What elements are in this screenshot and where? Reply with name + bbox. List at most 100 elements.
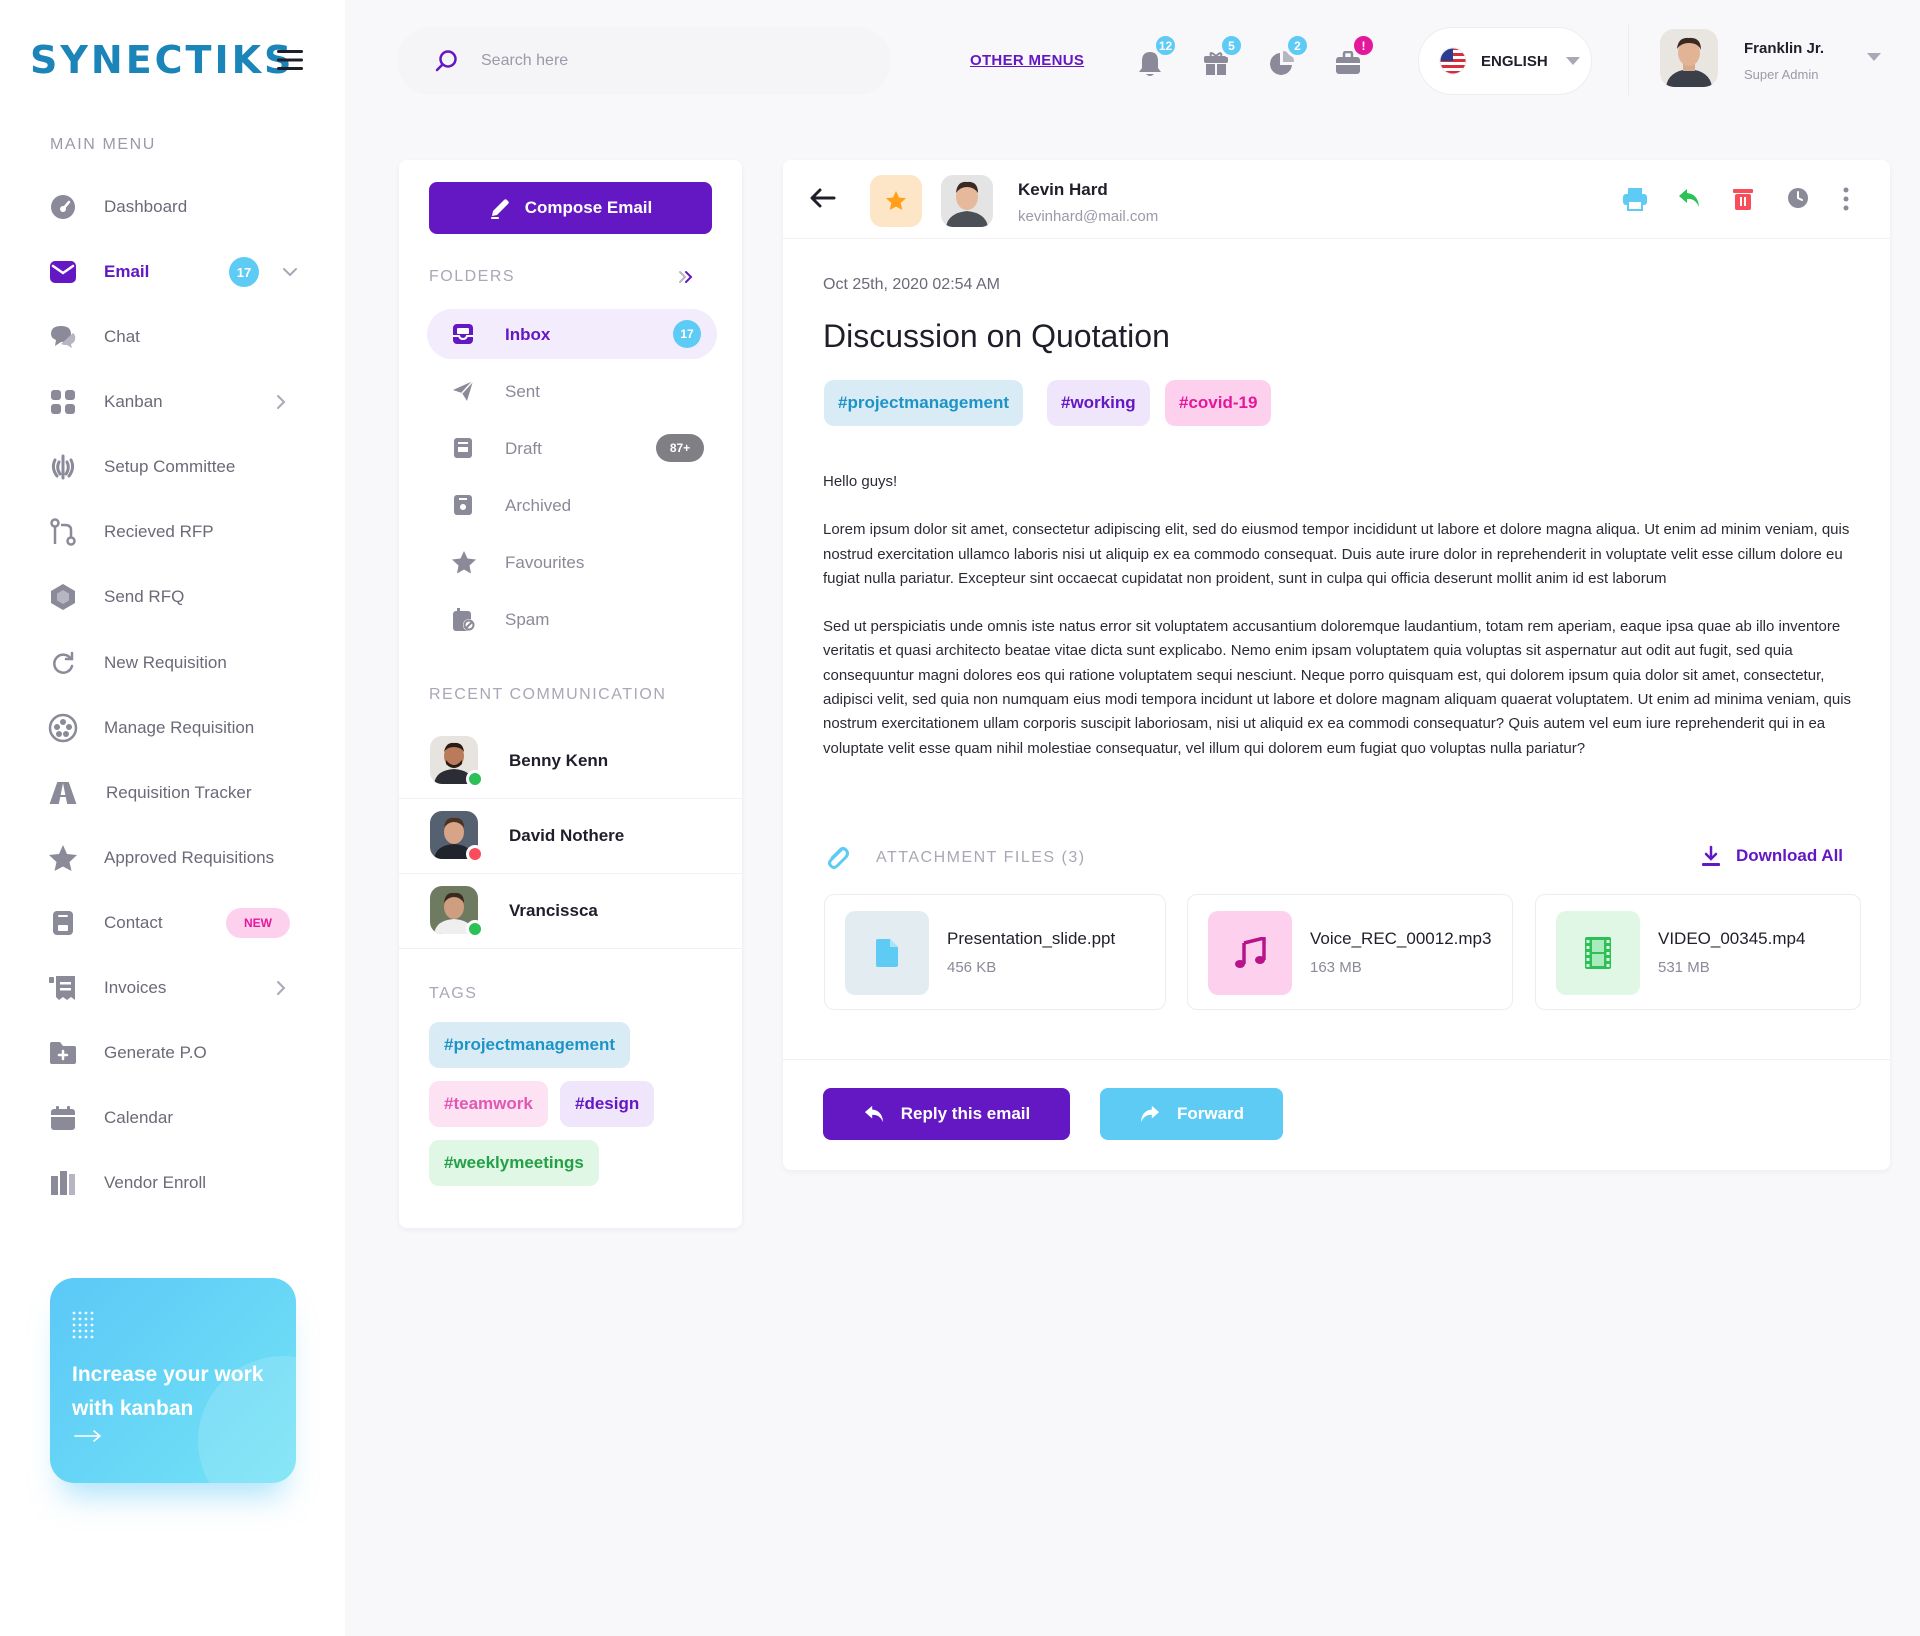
sidebar-item-kanban[interactable]: Kanban: [46, 382, 306, 422]
film-icon: [1556, 911, 1640, 995]
clock-icon[interactable]: [1787, 187, 1809, 209]
email-paragraph: Lorem ipsum dolor sit amet, consectetur …: [823, 521, 1850, 587]
search-bar[interactable]: [397, 27, 891, 95]
tracker-icon: [46, 776, 80, 810]
other-menus-link[interactable]: OTHER MENUS: [970, 52, 1084, 69]
email-header-divider: [783, 238, 1890, 239]
flow-icon: [46, 515, 80, 549]
gifts-button[interactable]: 5: [1203, 33, 1244, 80]
sidebar-item-send-rfq[interactable]: Send RFQ: [46, 577, 306, 617]
tags-title: TAGS: [429, 985, 478, 1002]
reports-button[interactable]: 2: [1269, 33, 1310, 80]
brand-logo[interactable]: SYNECTIKS: [30, 38, 294, 82]
print-icon[interactable]: [1622, 187, 1648, 211]
tasks-button[interactable]: !: [1335, 33, 1376, 80]
user-menu-caret-icon[interactable]: [1867, 53, 1881, 61]
sidebar-item-calendar[interactable]: Calendar: [46, 1098, 306, 1138]
sidebar-item-recieved-rfp[interactable]: Recieved RFP: [46, 512, 306, 552]
email-subject: Discussion on Quotation: [823, 318, 1170, 354]
contact-vrancissca[interactable]: Vrancissca: [399, 874, 742, 949]
brand-name: SYNECTIKS: [30, 38, 295, 82]
star-icon: [451, 550, 477, 574]
send-icon: [451, 379, 475, 403]
folder-inbox[interactable]: Inbox 17: [427, 309, 717, 359]
sidebar-item-approved-requisitions[interactable]: Approved Requisitions: [46, 838, 306, 878]
folder-archived[interactable]: Archived: [427, 480, 717, 530]
email-count-badge: 17: [229, 257, 259, 287]
back-arrow-icon[interactable]: [810, 188, 836, 208]
pencil-icon: [489, 197, 511, 219]
arrow-right-icon[interactable]: [74, 1430, 102, 1442]
attachment-voice-rec[interactable]: Voice_REC_00012.mp3 163 MB: [1187, 894, 1513, 1010]
hamburger-menu-icon[interactable]: [277, 49, 303, 71]
chevron-right-icon[interactable]: [276, 394, 286, 410]
folder-plus-icon: [46, 1036, 80, 1070]
chevron-right-icon[interactable]: [276, 980, 286, 996]
search-icon[interactable]: [435, 49, 459, 73]
reply-email-button[interactable]: Reply this email: [823, 1088, 1070, 1140]
compose-email-button[interactable]: Compose Email: [429, 182, 712, 234]
online-status-dot: [466, 770, 484, 788]
reply-icon[interactable]: [1677, 187, 1701, 209]
sidebar-item-vendor-enroll[interactable]: Vendor Enroll: [46, 1163, 306, 1203]
online-status-dot: [466, 920, 484, 938]
contact-name: Benny Kenn: [509, 751, 609, 770]
email-tag-covid-19[interactable]: #covid-19: [1165, 380, 1272, 426]
tag-weeklymeetings[interactable]: #weeklymeetings: [429, 1140, 599, 1186]
sidebar-item-new-requisition[interactable]: New Requisition: [46, 643, 306, 683]
tag-design[interactable]: #design: [560, 1081, 655, 1127]
sidebar-item-label: Manage Requisition: [104, 718, 255, 737]
folder-label: Sent: [505, 382, 540, 401]
download-all-button[interactable]: Download All: [1700, 845, 1843, 867]
sidebar-item-label: Requisition Tracker: [106, 783, 252, 802]
gift-count-badge: 5: [1219, 33, 1244, 58]
chevron-down-icon[interactable]: [282, 267, 298, 277]
email-body: Hello guys! Lorem ipsum dolor sit amet, …: [823, 470, 1853, 785]
more-vertical-icon[interactable]: [1842, 187, 1850, 211]
sidebar-item-manage-requisition[interactable]: Manage Requisition: [46, 708, 306, 748]
user-name: Franklin Jr.: [1744, 40, 1825, 57]
email-tag-projectmanagement[interactable]: #projectmanagement: [824, 380, 1023, 426]
tag-projectmanagement[interactable]: #projectmanagement: [429, 1022, 630, 1068]
attachment-video[interactable]: VIDEO_00345.mp4 531 MB: [1535, 894, 1861, 1010]
forward-email-button[interactable]: Forward: [1100, 1088, 1283, 1140]
sidebar-item-dashboard[interactable]: Dashboard: [46, 187, 306, 227]
attachment-presentation[interactable]: Presentation_slide.ppt 456 KB: [824, 894, 1166, 1010]
language-selector[interactable]: ENGLISH: [1418, 27, 1592, 95]
sidebar-item-setup-committee[interactable]: Setup Committee: [46, 447, 306, 487]
contact-david-nothere[interactable]: David Nothere: [399, 799, 742, 874]
tag-teamwork[interactable]: #teamwork: [429, 1081, 548, 1127]
file-name: Presentation_slide.ppt: [947, 929, 1116, 948]
sidebar-item-email[interactable]: Email 17: [46, 252, 306, 292]
search-input[interactable]: [481, 52, 841, 70]
kanban-promo-card[interactable]: Increase your work with kanban: [50, 1278, 296, 1483]
folder-spam[interactable]: Spam: [427, 594, 717, 644]
folder-sent[interactable]: Sent: [427, 366, 717, 416]
sidebar-item-invoices[interactable]: Invoices: [46, 968, 306, 1008]
folder-label: Spam: [505, 610, 550, 629]
user-avatar[interactable]: [1660, 29, 1718, 87]
sidebar-item-requisition-tracker[interactable]: Requisition Tracker: [46, 773, 306, 813]
double-chevron-right-icon[interactable]: [678, 270, 694, 284]
sender-avatar[interactable]: [941, 175, 993, 227]
document-icon: [845, 911, 929, 995]
envelope-icon: [46, 255, 80, 289]
file-name: Voice_REC_00012.mp3: [1310, 929, 1492, 948]
sidebar-item-label: Vendor Enroll: [104, 1173, 207, 1192]
email-tag-working[interactable]: #working: [1047, 380, 1150, 426]
recent-communication-title: RECENT COMMUNICATION: [429, 686, 667, 703]
sidebar-item-contact[interactable]: Contact NEW: [46, 903, 306, 943]
sidebar-item-chat[interactable]: Chat: [46, 317, 306, 357]
contact-benny-kenn[interactable]: Benny Kenn: [399, 724, 742, 799]
folder-favourites[interactable]: Favourites: [427, 537, 717, 587]
email-paragraph: Sed ut perspiciatis unde omnis iste natu…: [823, 618, 1852, 757]
trash-icon[interactable]: [1732, 187, 1754, 211]
sidebar-item-label: Chat: [104, 327, 140, 346]
tasks-alert-badge: !: [1351, 33, 1376, 58]
notifications-button[interactable]: 12: [1137, 33, 1178, 80]
favorite-star-button[interactable]: [870, 175, 922, 227]
email-greeting: Hello guys!: [823, 473, 898, 490]
forward-email-label: Forward: [1176, 1104, 1245, 1123]
folder-draft[interactable]: Draft 87+: [427, 423, 717, 473]
sidebar-item-generate-po[interactable]: Generate P.O: [46, 1033, 306, 1073]
